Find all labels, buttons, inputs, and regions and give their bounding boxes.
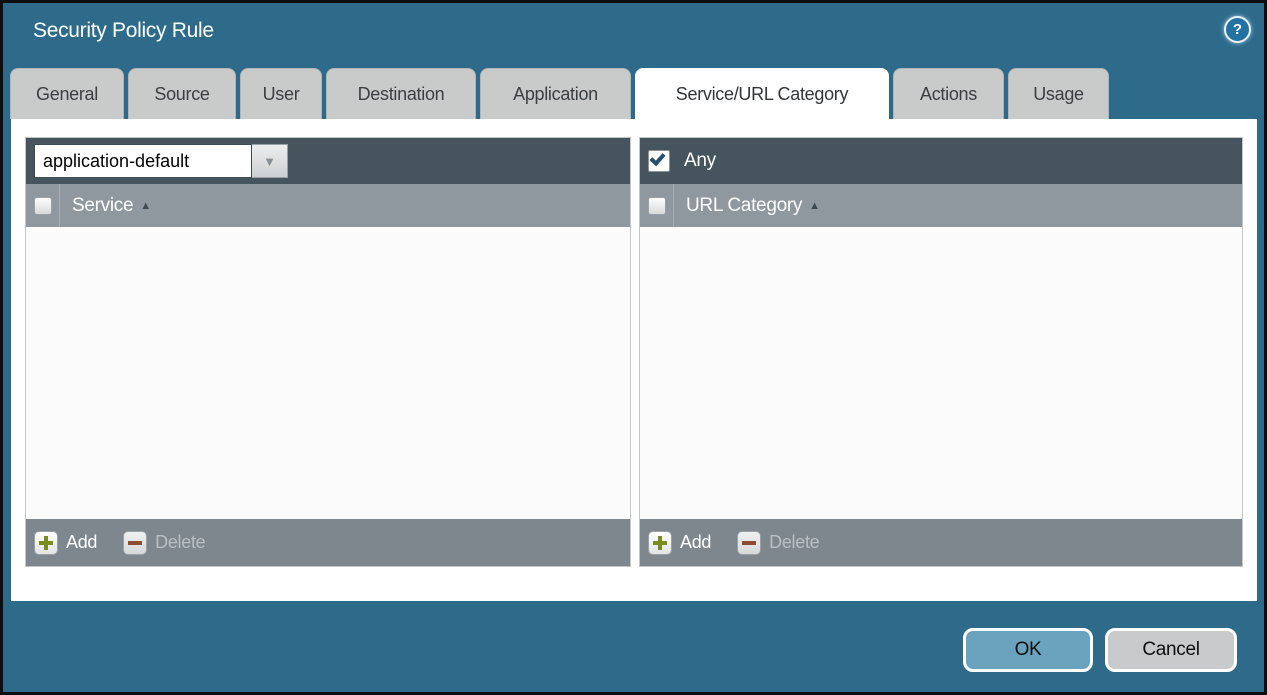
dropdown-trigger-button[interactable]: ▼ (252, 144, 288, 178)
tab-application[interactable]: Application (480, 68, 631, 119)
tab-bar: GeneralSourceUserDestinationApplicationS… (10, 68, 1109, 119)
service-delete-button[interactable]: Delete (123, 531, 205, 555)
url-category-footer: Add Delete (640, 519, 1242, 566)
url-category-select-all-checkbox[interactable] (648, 197, 666, 215)
tab-service-url-category[interactable]: Service/URL Category (635, 68, 889, 119)
add-label: Add (66, 532, 97, 553)
tab-source[interactable]: Source (128, 68, 236, 119)
tab-general[interactable]: General (10, 68, 124, 119)
chevron-down-icon: ▼ (263, 154, 276, 169)
service-select-all-checkbox[interactable] (34, 197, 52, 215)
delete-label: Delete (155, 532, 205, 553)
delete-label: Delete (769, 532, 819, 553)
delete-minus-icon (737, 531, 761, 555)
url-category-header-checkcell (640, 184, 674, 227)
service-footer: Add Delete (26, 519, 630, 566)
tab-destination[interactable]: Destination (326, 68, 476, 119)
url-category-column-header[interactable]: URL Category (686, 195, 802, 217)
delete-minus-icon (123, 531, 147, 555)
service-add-button[interactable]: Add (34, 531, 97, 555)
any-checkbox[interactable] (648, 150, 670, 172)
service-type-dropdown: ▼ (34, 144, 288, 178)
checkmark-icon (649, 150, 665, 166)
service-panel: ▼ Service ▲ Add Delete (25, 137, 631, 567)
service-header-checkcell (26, 184, 60, 227)
url-category-panel: Any URL Category ▲ Add Delete (639, 137, 1243, 567)
url-category-toolbar: Any (640, 138, 1242, 184)
service-toolbar: ▼ (26, 138, 630, 184)
service-list (26, 227, 630, 519)
url-category-table-header: URL Category ▲ (640, 184, 1242, 227)
any-label: Any (684, 150, 716, 172)
url-category-delete-button[interactable]: Delete (737, 531, 819, 555)
add-label: Add (680, 532, 711, 553)
question-mark-glyph: ? (1233, 21, 1242, 38)
ok-button[interactable]: OK (963, 628, 1093, 672)
url-category-add-button[interactable]: Add (648, 531, 711, 555)
add-plus-icon (648, 531, 672, 555)
service-table-header: Service ▲ (26, 184, 630, 227)
help-icon[interactable]: ? (1224, 16, 1251, 43)
dialog-content: ▼ Service ▲ Add Delete (11, 119, 1257, 601)
tab-user[interactable]: User (240, 68, 322, 119)
url-category-list (640, 227, 1242, 519)
cancel-button[interactable]: Cancel (1105, 628, 1237, 672)
service-type-input[interactable] (34, 144, 252, 178)
security-policy-rule-dialog: Security Policy Rule ? GeneralSourceUser… (0, 0, 1267, 695)
sort-ascending-icon[interactable]: ▲ (140, 200, 151, 212)
sort-ascending-icon[interactable]: ▲ (809, 200, 820, 212)
service-column-header[interactable]: Service (72, 195, 133, 217)
add-plus-icon (34, 531, 58, 555)
tab-usage[interactable]: Usage (1008, 68, 1109, 119)
tab-actions[interactable]: Actions (893, 68, 1004, 119)
dialog-title: Security Policy Rule (33, 19, 214, 43)
